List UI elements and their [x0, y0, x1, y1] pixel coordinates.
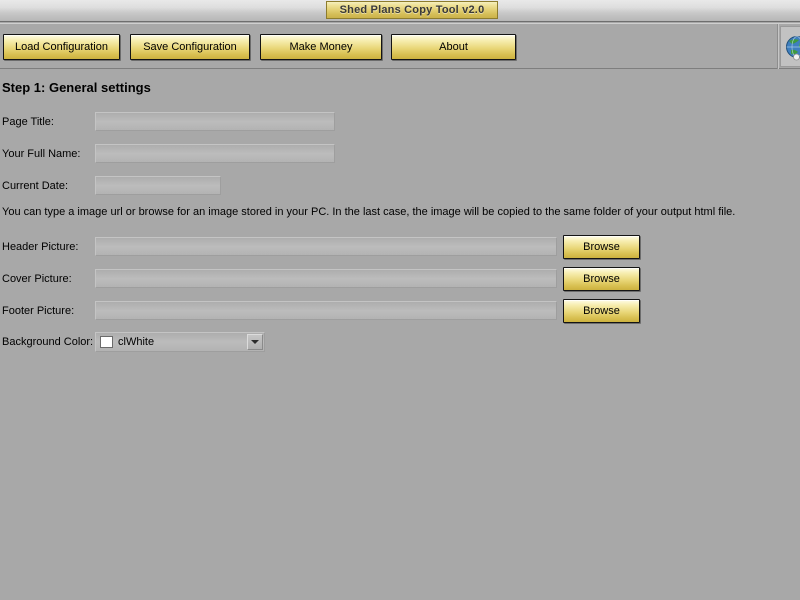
current-date-label: Current Date:	[2, 180, 69, 192]
load-configuration-button[interactable]: Load Configuration	[3, 34, 120, 60]
background-color-value: clWhite	[118, 336, 155, 348]
current-date-input[interactable]	[95, 176, 221, 195]
browse-footer-picture-button[interactable]: Browse	[563, 299, 640, 323]
header-picture-label: Header Picture:	[2, 241, 79, 253]
color-swatch	[100, 336, 113, 348]
header-picture-input[interactable]	[95, 237, 557, 256]
form-panel: Step 1: General settings Page Title: You…	[0, 69, 800, 600]
footer-picture-input[interactable]	[95, 301, 557, 320]
cover-picture-input[interactable]	[95, 269, 557, 288]
window-title: Shed Plans Copy Tool v2.0	[326, 1, 498, 19]
globe-panel[interactable]	[780, 26, 800, 67]
globe-icon	[786, 36, 800, 61]
page-title-label: Page Title:	[2, 116, 54, 128]
browse-cover-picture-button[interactable]: Browse	[563, 267, 640, 291]
page-title-input[interactable]	[95, 112, 335, 131]
chevron-down-icon[interactable]	[247, 334, 263, 350]
background-color-label: Background Color:	[2, 336, 94, 348]
cover-picture-label: Cover Picture:	[2, 273, 72, 285]
toolbar: Load Configuration Save Configuration Ma…	[0, 23, 800, 69]
footer-picture-label: Footer Picture:	[2, 305, 75, 317]
page-title: Step 1: General settings	[2, 80, 151, 95]
window-title-bar: Shed Plans Copy Tool v2.0	[0, 0, 800, 22]
full-name-input[interactable]	[95, 144, 335, 163]
about-button[interactable]: About	[391, 34, 516, 60]
background-color-select[interactable]: clWhite	[95, 332, 265, 352]
picture-hint-text: You can type a image url or browse for a…	[2, 206, 736, 218]
full-name-label: Your Full Name:	[2, 148, 81, 160]
save-configuration-button[interactable]: Save Configuration	[130, 34, 250, 60]
toolbar-divider	[777, 24, 779, 69]
browse-header-picture-button[interactable]: Browse	[563, 235, 640, 259]
make-money-button[interactable]: Make Money	[260, 34, 382, 60]
